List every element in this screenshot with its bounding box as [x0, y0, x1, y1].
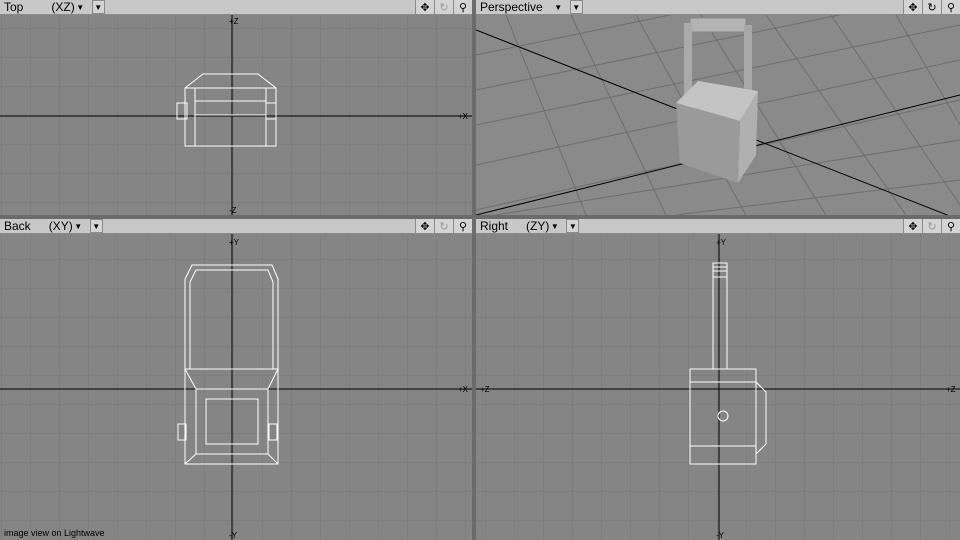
right-viewport-header: Right (ZY) ▼ ▼ ✥ ↻ ⚲ [476, 219, 960, 234]
back-viewport-header: Back (XY) ▼ ▼ ✥ ↻ ⚲ [0, 219, 472, 234]
zoom-icon[interactable]: ⚲ [453, 219, 472, 233]
axis-x-label: +X [458, 385, 469, 394]
move-icon[interactable]: ✥ [903, 0, 922, 14]
axis-x-label: +X [458, 112, 469, 121]
move-icon[interactable]: ✥ [415, 0, 434, 14]
axis-down-label: -Z [229, 206, 237, 215]
axis-label: (XZ) [51, 0, 75, 14]
chevron-down-icon[interactable]: ▼ [75, 1, 86, 13]
rotate-icon[interactable]: ↻ [434, 0, 453, 14]
viewport-name: Right [480, 219, 509, 233]
viewport-name: Top [4, 0, 24, 14]
axis-up-label: +Y [716, 238, 727, 247]
back-view-canvas[interactable]: +Y +X -Y [0, 234, 472, 540]
viewport-name: Perspective [480, 0, 543, 14]
viewport-menu-button[interactable]: ▼ [89, 219, 103, 233]
zoom-icon[interactable]: ⚲ [941, 0, 960, 14]
axis-up-label: +Y [229, 238, 240, 247]
viewport-menu-button[interactable]: ▼ [566, 219, 580, 233]
right-viewport[interactable]: Right (ZY) ▼ ▼ ✥ ↻ ⚲ +Y +Z +Z -Y [476, 219, 960, 540]
rotate-icon[interactable]: ↻ [434, 219, 453, 233]
image-caption: image view on Lightwave [4, 528, 105, 538]
axis-right-label: +Z [946, 385, 956, 394]
top-view-canvas[interactable]: +Z +X -Z [0, 15, 472, 215]
viewport-menu-button[interactable]: ▼ [569, 0, 583, 14]
axis-left-label: +Z [480, 385, 490, 394]
zoom-icon[interactable]: ⚲ [941, 219, 960, 233]
viewport-name: Back [4, 219, 31, 233]
axis-down-label: -Y [229, 531, 238, 540]
top-viewport[interactable]: Top (XZ) ▼ ▼ ✥ ↻ ⚲ +Z +X -Z [0, 0, 472, 215]
chevron-down-icon[interactable]: ▼ [73, 220, 84, 232]
chevron-down-icon[interactable]: ▼ [549, 220, 560, 232]
move-icon[interactable]: ✥ [415, 219, 434, 233]
axis-down-label: -Y [716, 531, 725, 540]
viewport-menu-button[interactable]: ▼ [91, 0, 105, 14]
rotate-icon[interactable]: ↻ [922, 0, 941, 14]
axis-up-label: +Z [229, 17, 239, 26]
right-view-canvas[interactable]: +Y +Z +Z -Y [476, 234, 960, 540]
top-viewport-header: Top (XZ) ▼ ▼ ✥ ↻ ⚲ [0, 0, 472, 15]
move-icon[interactable]: ✥ [903, 219, 922, 233]
axis-label: (XY) [48, 219, 73, 233]
back-viewport[interactable]: Back (XY) ▼ ▼ ✥ ↻ ⚲ +Y +X -Y image view … [0, 219, 472, 540]
zoom-icon[interactable]: ⚲ [453, 0, 472, 14]
perspective-canvas[interactable] [476, 15, 960, 215]
axis-label: (ZY) [526, 219, 550, 233]
rotate-icon[interactable]: ↻ [922, 219, 941, 233]
perspective-viewport[interactable]: Perspective ▼ ▼ ✥ ↻ ⚲ [476, 0, 960, 215]
perspective-viewport-header: Perspective ▼ ▼ ✥ ↻ ⚲ [476, 0, 960, 15]
chevron-down-icon[interactable]: ▼ [553, 1, 564, 13]
